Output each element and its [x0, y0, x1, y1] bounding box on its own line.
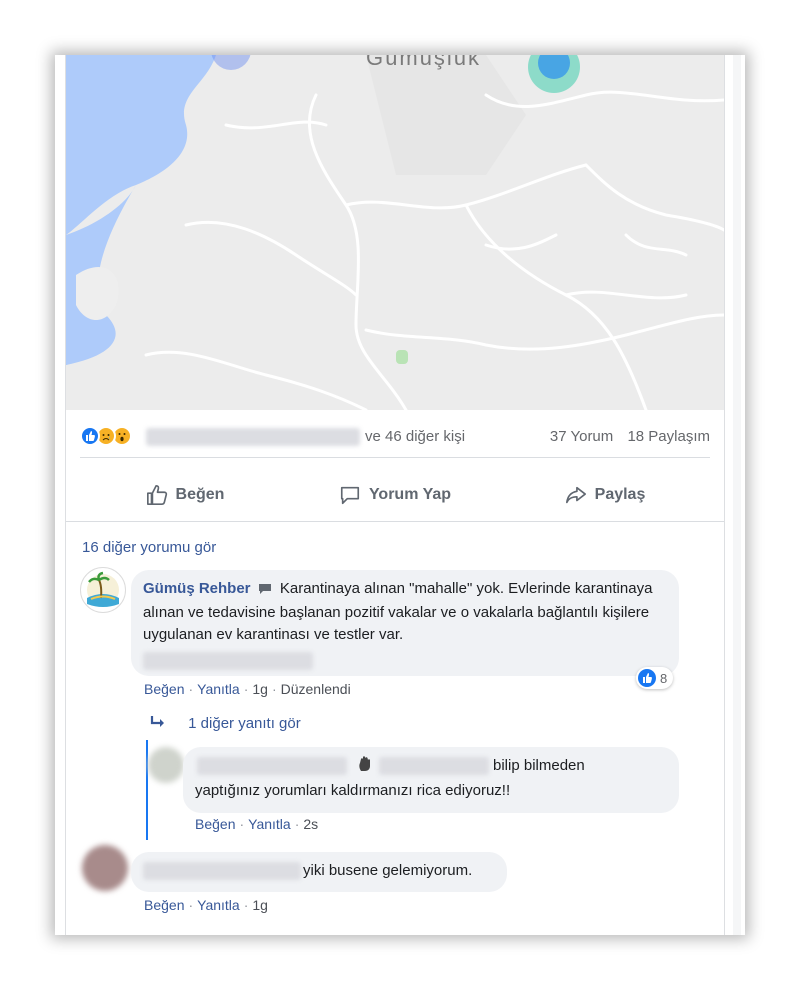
blurred-author [143, 862, 301, 880]
view-replies-link[interactable]: 1 diğer yanıtı gör [150, 715, 301, 732]
reply-meta: Beğen · Yanıtla · 2s [195, 816, 319, 832]
commenter-avatar[interactable] [82, 845, 128, 891]
reply-text-tail: bilip bilmeden [493, 757, 585, 774]
view-replies-label: 1 diğer yanıtı gör [188, 715, 301, 732]
reply-time[interactable]: 2s [303, 816, 318, 832]
comment-time[interactable]: 1g [252, 681, 268, 697]
like-count: 8 [660, 670, 668, 686]
comment-text-tail: yiki busene gelemiyorum. [303, 862, 473, 879]
reactions-bar: ve 46 diğer kişi 37 Yorum 18 Paylaşım [80, 425, 710, 449]
reply-reply-link[interactable]: Yanıtla [248, 816, 291, 832]
comment-bubble: yiki busene gelemiyorum. [131, 852, 507, 892]
like-reaction-icon[interactable] [80, 426, 100, 446]
comment-button[interactable]: Yorum Yap [290, 470, 500, 520]
reply-bubble: bilip bilmeden yaptığınız yorumları kald… [183, 747, 679, 813]
waving-hand-icon [358, 756, 372, 779]
post-actions: Beğen Yorum Yap Paylaş [80, 470, 710, 520]
gumus-rehber-avatar[interactable] [80, 567, 126, 613]
view-more-comments-link[interactable]: 16 diğer yorumu gör [82, 539, 216, 556]
speech-bubble-icon [258, 580, 272, 602]
blurred-text [143, 652, 313, 670]
share-icon [565, 486, 586, 504]
comment-like-link[interactable]: Beğen [144, 681, 184, 697]
map-graphic [66, 55, 724, 410]
reply-avatar[interactable] [148, 747, 184, 783]
engagement-counts: 37 Yorum 18 Paylaşım [540, 428, 710, 445]
page-scrollbar[interactable] [733, 55, 741, 935]
reply-thread-line [146, 740, 148, 840]
share-button-label: Paylaş [594, 486, 646, 503]
comment-meta: Beğen · Yanıtla · 1g [144, 897, 268, 913]
like-button-label: Beğen [175, 486, 225, 503]
comment-edited-label[interactable]: Düzenlendi [281, 681, 351, 697]
map-place-label: Gümüşlük [366, 55, 482, 70]
comment-time[interactable]: 1g [252, 897, 268, 913]
screenshot-frame: Gümüşlük ve 46 diğer kişi 37 Yorum 18 Pa… [55, 55, 745, 935]
blurred-text [379, 757, 489, 775]
comments-count[interactable]: 37 Yorum [550, 428, 613, 445]
thumbs-up-icon [146, 485, 167, 505]
comment-button-label: Yorum Yap [368, 486, 452, 503]
comment-like-count-badge[interactable]: 8 [636, 667, 674, 689]
comment-like-link[interactable]: Beğen [144, 897, 184, 913]
comment-author[interactable]: Gümüş Rehber [143, 580, 251, 597]
comment-meta: Beğen · Yanıtla · 1g · Düzenlendi [144, 681, 351, 697]
blurred-names [146, 428, 360, 446]
shares-count[interactable]: 18 Paylaşım [627, 428, 710, 445]
comment-reply-link[interactable]: Yanıtla [197, 681, 240, 697]
share-button[interactable]: Paylaş [500, 470, 710, 520]
facebook-post: Gümüşlük ve 46 diğer kişi 37 Yorum 18 Pa… [65, 55, 725, 935]
reaction-others-text[interactable]: ve 46 diğer kişi [365, 428, 465, 445]
comment-reply-link[interactable]: Yanıtla [197, 897, 240, 913]
reply-arrow-icon [150, 716, 164, 727]
like-icon [638, 669, 656, 687]
reply-text-line2: yaptığınız yorumları kaldırmanızı rica e… [195, 782, 511, 799]
post-map-image[interactable]: Gümüşlük [66, 55, 724, 410]
divider [66, 521, 724, 522]
like-button[interactable]: Beğen [80, 470, 290, 520]
reply-like-link[interactable]: Beğen [195, 816, 235, 832]
divider [80, 457, 710, 458]
comment-bubble: Gümüş Rehber Karantinaya alınan "mahalle… [131, 570, 679, 676]
blurred-author [197, 757, 347, 775]
comment-icon [340, 486, 360, 505]
